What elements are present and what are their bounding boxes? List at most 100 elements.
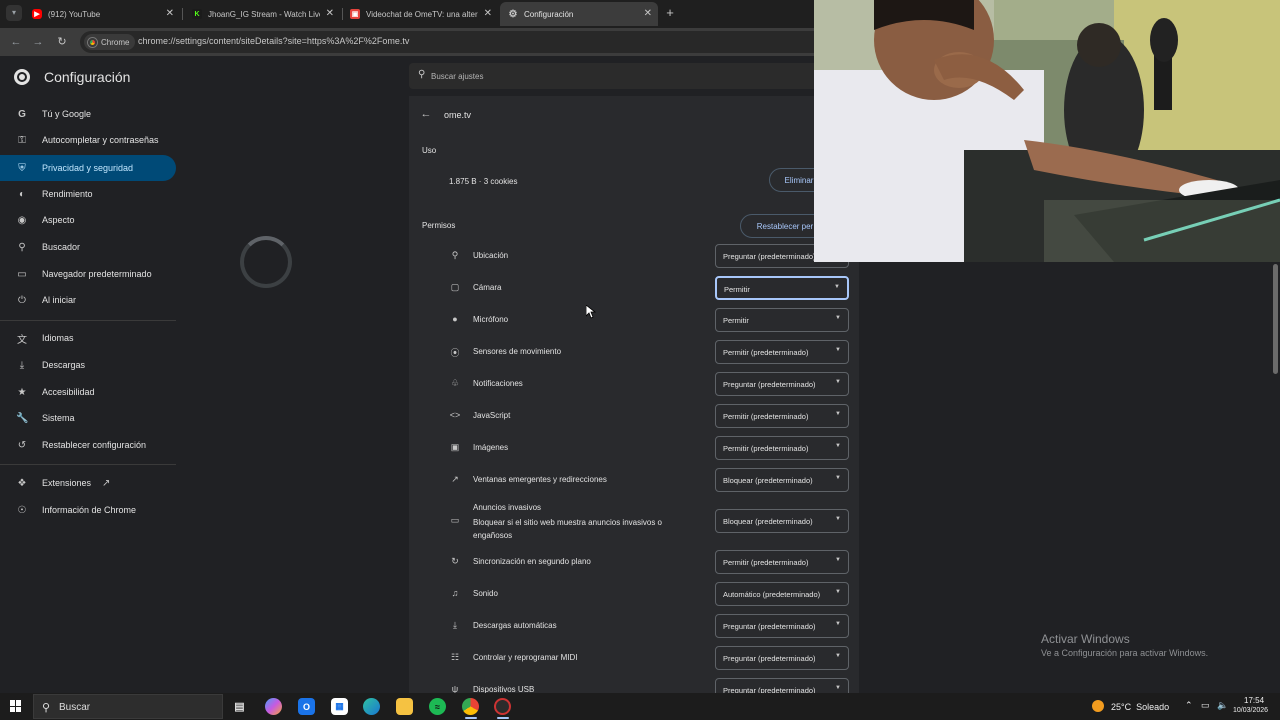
file-explorer-icon[interactable] [396,698,413,715]
tab-configuracion[interactable]: ⚙ Configuración ✕ [500,2,658,26]
search-input[interactable] [431,67,831,85]
tray-chevron-icon[interactable]: ⌃ [1185,700,1193,711]
microphone-icon: ● [452,314,458,324]
tab-title: Videochat de OmeTV: una altern [366,9,478,19]
taskbar-search[interactable]: ⚲ Buscar [33,694,223,719]
new-tab-icon[interactable]: + [662,5,678,21]
image-icon: ▣ [450,442,460,452]
clock-time[interactable]: 17:54 [1244,696,1264,705]
clock-date[interactable]: 10/03/2026 [1233,707,1268,714]
site-chip[interactable]: Chrome [84,34,136,50]
sidebar-item-extensions[interactable]: ❖ Extensiones ↗ [0,470,176,496]
permission-select[interactable]: Permitir ▼ [715,308,849,332]
copilot-icon[interactable] [265,698,282,715]
speedometer-icon: ◐ [18,188,26,200]
permission-select[interactable]: Preguntar (predeterminado) ▼ [715,646,849,670]
sidebar-item-label: Buscador [42,242,81,252]
close-tab-icon[interactable]: ✕ [484,8,492,19]
download-icon: ⤓ [19,359,25,371]
tab-list-button[interactable]: ▾ [6,5,22,21]
sidebar-item-performance[interactable]: ◐ Rendimiento [0,181,176,207]
permission-select[interactable]: Bloquear (predeterminado) ▼ [715,468,849,492]
permission-select[interactable]: Preguntar (predeterminado) ▼ [715,372,849,396]
wrench-icon: 🔧 [16,412,29,424]
tab-ometv[interactable]: ▣ Videochat de OmeTV: una altern ✕ [342,2,498,26]
chrome-icon: ☉ [17,504,27,516]
webcam-video-overlay [814,0,1280,262]
windows-start-icon[interactable] [10,700,22,712]
microsoft-store-icon[interactable]: ▦ [331,698,348,715]
reset-icon: ↺ [17,439,27,451]
reload-icon[interactable]: ↻ [54,34,70,50]
tab-youtube[interactable]: ▶ (912) YouTube ✕ [24,2,180,26]
windows-taskbar: ⚲ Buscar ▤ O ▦ ≈ 25°C Soleado ⌃ ▭ 🔈 17:5… [0,693,1280,720]
sidebar-item-label: Información de Chrome [42,505,137,515]
permission-select[interactable]: Automático (predeterminado) ▼ [715,582,849,606]
sidebar-item-about-chrome[interactable]: ☉ Información de Chrome [0,497,176,523]
permission-select[interactable]: Preguntar (predeterminado) ▼ [715,614,849,638]
permission-select[interactable]: Bloquear (predeterminado) ▼ [715,509,849,533]
settings-search[interactable]: ⚲ [409,63,849,89]
close-tab-icon[interactable]: ✕ [166,8,174,19]
sidebar-item-label: Privacidad y seguridad [42,163,134,173]
sidebar-item-downloads[interactable]: ⤓ Descargas [0,352,176,378]
weather-icon[interactable] [1092,700,1104,712]
permission-select[interactable]: Permitir (predeterminado) ▼ [715,550,849,574]
outlook-icon[interactable]: O [298,698,315,715]
chrome-icon [88,37,97,47]
url-text: chrome://settings/content/siteDetails?si… [138,36,410,46]
ometv-icon: ▣ [350,9,360,19]
permission-select-value: Permitir (predeterminado) [723,412,809,421]
spotify-icon[interactable]: ≈ [429,698,446,715]
bell-icon: ♧ [450,378,460,388]
sidebar-item-languages[interactable]: 文 Idiomas [0,325,176,351]
active-app-indicator [465,717,477,719]
sidebar-item-reset[interactable]: ↺ Restablecer configuración [0,432,176,458]
chrome-logo-icon [14,69,30,85]
page-scrollbar[interactable] [1271,262,1280,700]
task-view-icon[interactable]: ▤ [231,698,248,715]
site-chip-label: Chrome [101,37,130,47]
permission-label: Controlar y reprogramar MIDI [473,653,578,662]
back-icon[interactable]: ← [8,34,24,50]
permission-select[interactable]: Permitir ▼ [715,276,849,300]
sidebar-item-google[interactable]: G Tú y Google [0,101,176,127]
dropdown-arrow-icon: ▼ [835,653,841,659]
close-tab-icon[interactable]: ✕ [644,8,652,19]
sidebar-item-accessibility[interactable]: ★ Accesibilidad [0,379,176,405]
address-bar[interactable]: Chrome chrome://settings/content/siteDet… [80,31,840,53]
activate-windows-title: Activar Windows [1041,632,1130,646]
dropdown-arrow-icon: ▼ [835,475,841,481]
permission-label: JavaScript [473,411,511,420]
edge-icon[interactable] [363,698,380,715]
scrollbar-thumb[interactable] [1273,264,1278,374]
code-icon: <> [449,410,461,420]
sidebar-item-default-browser[interactable]: ▭ Navegador predeterminado [0,261,176,287]
sensors-icon: ⦿ [450,348,460,358]
permission-label: Cámara [473,283,502,292]
permission-select[interactable]: Permitir (predeterminado) ▼ [715,340,849,364]
youtube-icon: ▶ [32,9,42,19]
back-arrow-icon[interactable]: ← [420,108,432,120]
sidebar-item-on-startup[interactable]: ⏻ Al iniciar [0,287,176,313]
sidebar-item-label: Navegador predeterminado [42,269,152,279]
chrome-taskbar-icon[interactable] [462,698,479,715]
weather-label[interactable]: 25°C Soleado [1111,702,1169,712]
permission-select-value: Preguntar (predeterminado) [723,380,816,389]
sidebar-item-appearance[interactable]: ◉ Aspecto [0,207,176,233]
close-tab-icon[interactable]: ✕ [326,8,334,19]
permission-select[interactable]: Permitir (predeterminado) ▼ [715,436,849,460]
permission-select[interactable]: Permitir (predeterminado) ▼ [715,404,849,428]
sidebar-item-autofill[interactable]: ⚿ Autocompletar y contraseñas [0,127,176,153]
sidebar-item-system[interactable]: 🔧 Sistema [0,405,176,431]
sidebar-item-search-engine[interactable]: ⚲ Buscador [0,234,176,260]
dropdown-arrow-icon: ▼ [835,411,841,417]
tab-kick[interactable]: K JhoanG_IG Stream - Watch Live ✕ [184,2,340,26]
volume-icon[interactable]: 🔈 [1217,700,1228,711]
network-icon[interactable]: ▭ [1201,700,1210,711]
dropdown-arrow-icon: ▼ [835,347,841,353]
forward-icon[interactable]: → [30,34,46,50]
obs-icon[interactable] [494,698,511,715]
sidebar-item-privacy[interactable]: ⛨ Privacidad y seguridad [0,155,176,181]
location-icon: ⚲ [451,250,459,260]
